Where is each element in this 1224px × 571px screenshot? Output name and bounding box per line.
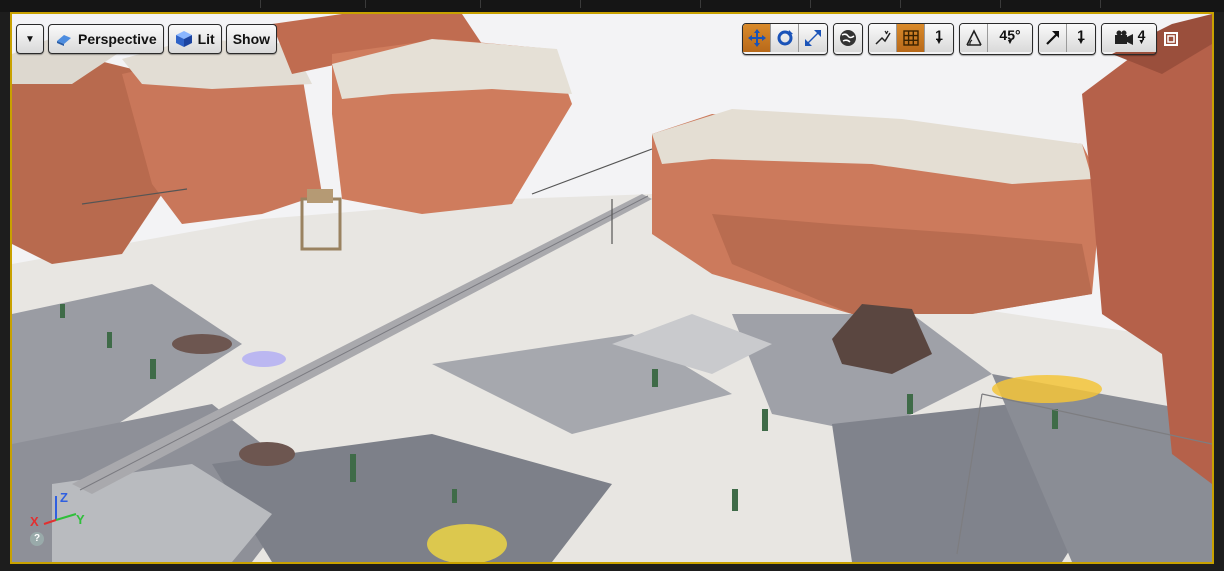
- camera-speed-button[interactable]: 4 ▼: [1102, 24, 1156, 52]
- editor-tab-strip: [0, 0, 1224, 12]
- scale-arrow-icon: [1045, 31, 1059, 45]
- level-viewport[interactable]: ▼ Perspective Lit Show 1 ▼ 45° ▼ 1 ▼ 4 ▼…: [10, 12, 1214, 564]
- chevron-down-icon: ▼: [1077, 39, 1085, 46]
- scale-mode-button[interactable]: [799, 24, 827, 52]
- scale-snap-group: 1 ▼: [1038, 23, 1096, 55]
- lit-button[interactable]: Lit: [167, 24, 222, 54]
- axis-x-label: X: [30, 514, 39, 529]
- maximize-viewport-button[interactable]: [1162, 30, 1180, 48]
- axis-z-label: Z: [60, 490, 68, 505]
- chevron-down-icon: ▼: [935, 39, 943, 46]
- grid-snap-value-dropdown[interactable]: 1 ▼: [925, 24, 953, 52]
- rotation-snap-toggle[interactable]: [960, 24, 988, 52]
- move-arrows-icon: [747, 29, 766, 47]
- view-options-menu-button[interactable]: ▼: [16, 24, 44, 54]
- globe-icon: [840, 30, 856, 46]
- chevron-down-icon: ▼: [25, 33, 35, 45]
- angle-icon: [965, 29, 982, 46]
- rotation-snap-value-dropdown[interactable]: 45° ▼: [988, 24, 1032, 52]
- rotation-snap-group: 45° ▼: [959, 23, 1033, 55]
- transform-mode-group: [742, 23, 828, 55]
- world-coordinates-button[interactable]: [834, 24, 862, 52]
- perspective-label: Perspective: [78, 31, 157, 47]
- surface-snap-icon: [874, 30, 891, 45]
- scale-icon: [805, 30, 821, 46]
- camera-speed-group: 4 ▼: [1101, 23, 1157, 55]
- chevron-down-icon: ▼: [1138, 39, 1145, 46]
- surface-snap-button[interactable]: [869, 24, 897, 52]
- grid-snap-group: 1 ▼: [868, 23, 954, 55]
- perspective-button[interactable]: Perspective: [48, 24, 164, 54]
- grid-snap-toggle[interactable]: [897, 24, 925, 52]
- show-label: Show: [232, 31, 271, 47]
- axis-gizmo: Z X Y ?: [26, 490, 86, 550]
- scale-snap-toggle[interactable]: [1039, 24, 1067, 52]
- show-button[interactable]: Show: [225, 24, 278, 54]
- axis-y-label: Y: [76, 512, 85, 527]
- camera-icon: [1114, 30, 1133, 45]
- rotate-icon: [777, 30, 793, 46]
- help-icon[interactable]: ?: [30, 532, 44, 546]
- lit-cube-icon: [175, 30, 193, 48]
- translate-mode-button[interactable]: [743, 24, 771, 52]
- lit-label: Lit: [197, 31, 215, 47]
- grid-icon: [902, 30, 919, 46]
- maximize-icon: [1164, 32, 1178, 46]
- coordinate-system-group: [833, 23, 863, 55]
- chevron-down-icon: ▼: [1006, 39, 1014, 46]
- perspective-view-icon: [55, 30, 73, 48]
- scale-snap-value-dropdown[interactable]: 1 ▼: [1067, 24, 1095, 52]
- rotate-mode-button[interactable]: [771, 24, 799, 52]
- desert-scene: [12, 14, 1212, 562]
